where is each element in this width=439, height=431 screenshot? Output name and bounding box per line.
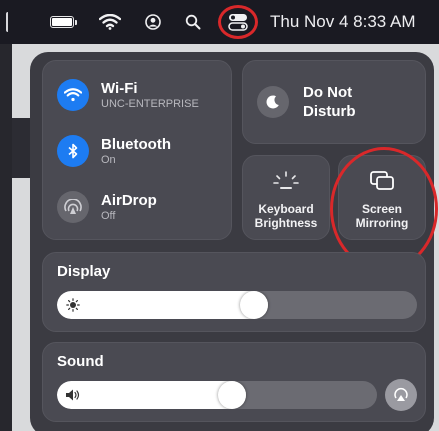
wifi-network-name: UNC-ENTERPRISE	[101, 98, 199, 110]
menu-clock[interactable]: Thu Nov 4 8:33 AM	[270, 12, 416, 32]
menu-bar: Thu Nov 4 8:33 AM	[0, 0, 439, 44]
keyboard-brightness-icon	[243, 170, 329, 192]
highlight-circle	[218, 5, 258, 39]
wifi-title: Wi-Fi	[101, 80, 138, 97]
display-brightness-slider[interactable]	[57, 291, 417, 319]
wifi-icon[interactable]	[98, 0, 122, 44]
background-window	[0, 44, 12, 431]
airdrop-title: AirDrop	[101, 192, 157, 209]
keyboard-brightness-label: Keyboard Brightness	[254, 202, 318, 230]
airdrop-status: Off	[101, 210, 116, 222]
bluetooth-status: On	[101, 154, 116, 166]
moon-icon	[257, 86, 289, 118]
partial-menu-item	[6, 12, 10, 32]
search-icon[interactable]	[184, 0, 202, 44]
control-center-icon[interactable]	[214, 0, 262, 44]
battery-icon[interactable]	[48, 0, 78, 44]
display-slider-knob[interactable]	[239, 291, 268, 319]
do-not-disturb-tile[interactable]: Do Not Disturb	[242, 60, 426, 144]
display-slider-fill	[57, 291, 268, 319]
airdrop-toggle[interactable]: AirDrop Off	[57, 191, 157, 223]
speaker-icon	[65, 387, 81, 403]
display-title: Display	[57, 263, 111, 280]
display-tile: Display	[42, 252, 426, 332]
airplay-button[interactable]	[385, 379, 417, 411]
sound-title: Sound	[57, 353, 104, 370]
airdrop-icon	[57, 191, 89, 223]
bluetooth-title: Bluetooth	[101, 136, 171, 153]
network-tile: Wi-Fi UNC-ENTERPRISE Bluetooth On AirDro…	[42, 60, 232, 240]
control-center-panel: Wi-Fi UNC-ENTERPRISE Bluetooth On AirDro…	[30, 52, 438, 431]
volume-slider[interactable]	[57, 381, 377, 409]
sound-tile: Sound	[42, 342, 426, 422]
keyboard-brightness-tile[interactable]: Keyboard Brightness	[242, 155, 330, 240]
wifi-icon	[57, 79, 89, 111]
volume-slider-knob[interactable]	[217, 381, 246, 409]
do-not-disturb-label: Do Not Disturb	[303, 84, 356, 120]
background-window-detail	[12, 118, 32, 178]
airplay-icon	[394, 388, 408, 401]
wifi-toggle[interactable]: Wi-Fi UNC-ENTERPRISE	[57, 79, 199, 111]
bluetooth-toggle[interactable]: Bluetooth On	[57, 135, 171, 167]
user-icon[interactable]	[144, 0, 162, 44]
bluetooth-icon	[57, 135, 89, 167]
sun-icon	[65, 297, 81, 313]
